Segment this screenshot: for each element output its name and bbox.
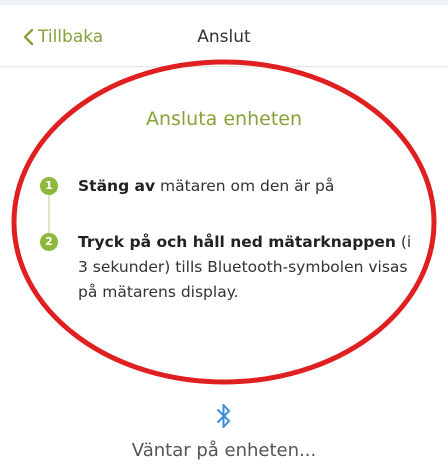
step-number-badge: 2 xyxy=(40,233,58,251)
waiting-status-text: Väntar på enheten... xyxy=(131,440,317,461)
status-strip xyxy=(0,0,448,5)
step-item-2: 2 Tryck på och håll ned mätarknappen (i … xyxy=(40,230,420,305)
connect-screen: Tillbaka Anslut Ansluta enheten 1 Stäng … xyxy=(0,0,448,475)
navigation-bar: Tillbaka Anslut xyxy=(0,0,448,67)
step-bold-text: Stäng av xyxy=(78,177,156,195)
step-rest-text: mätaren om den är på xyxy=(155,177,335,195)
step-number-badge: 1 xyxy=(40,177,58,195)
step-item-1: 1 Stäng av mätaren om den är på xyxy=(40,174,420,199)
step-text: Tryck på och håll ned mätarknappen (i 3 … xyxy=(78,230,420,305)
bluetooth-icon xyxy=(217,404,230,428)
step-text: Stäng av mätaren om den är på xyxy=(78,174,334,199)
section-title: Ansluta enheten xyxy=(145,108,303,130)
step-bold-text: Tryck på och håll ned mätarknappen xyxy=(78,233,396,251)
page-title: Anslut xyxy=(197,27,251,47)
